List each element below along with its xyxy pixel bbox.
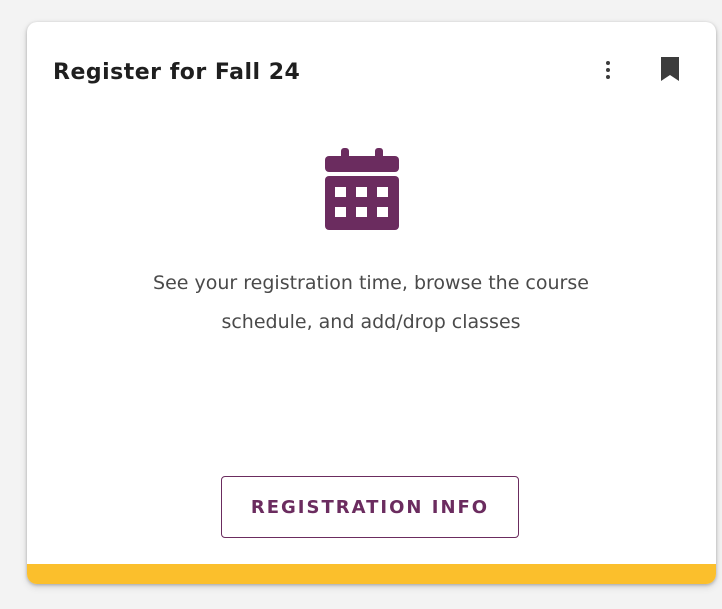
card-title: Register for Fall 24 [53, 60, 301, 85]
more-options-button[interactable] [594, 55, 622, 85]
registration-info-button[interactable]: REGISTRATION INFO [221, 476, 519, 538]
registration-card: Register for Fall 24 See your registrati… [27, 22, 716, 584]
calendar-icon [325, 148, 399, 230]
more-vertical-icon-dot [606, 68, 610, 72]
more-vertical-icon-dot [606, 75, 610, 79]
accent-bar [27, 564, 716, 584]
more-vertical-icon [606, 61, 610, 65]
bookmark-icon[interactable] [660, 56, 680, 82]
card-description: See your registration time, browse the c… [153, 272, 589, 333]
